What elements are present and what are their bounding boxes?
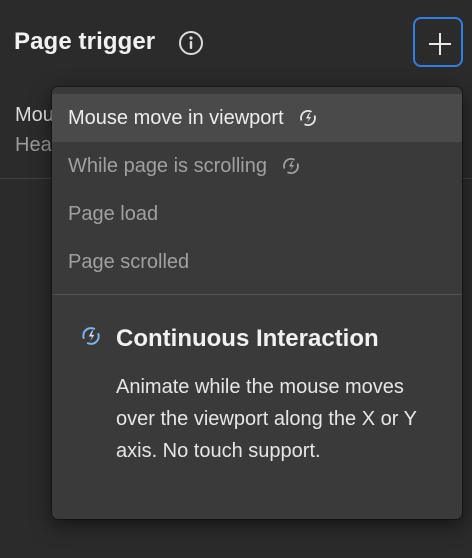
info-description: Animate while the mouse moves over the v… <box>116 376 417 462</box>
info-heading: Continuous Interaction <box>116 325 379 352</box>
add-trigger-button[interactable] <box>413 17 463 67</box>
info-icon[interactable] <box>178 30 204 56</box>
continuous-interaction-info: Continuous Interaction Animate while the… <box>52 295 462 519</box>
menu-item-label: Page scrolled <box>68 250 190 273</box>
continuous-interaction-icon <box>281 156 301 176</box>
page-trigger-panel: Page trigger Mou Hea Mouse move in viewp… <box>0 0 472 558</box>
menu-item-page-load[interactable]: Page load <box>52 190 462 238</box>
menu-item-label: Page load <box>68 202 159 225</box>
menu-item-while-page-is-scrolling[interactable]: While page is scrolling <box>52 142 462 190</box>
page-title: Page trigger <box>14 28 156 55</box>
menu-item-label: While page is scrolling <box>68 154 267 177</box>
continuous-interaction-icon <box>80 325 102 347</box>
menu-item-label: Mouse move in viewport <box>68 106 284 129</box>
plus-icon <box>429 33 451 55</box>
panel-header: Page trigger <box>0 0 472 86</box>
menu-item-mouse-move-in-viewport[interactable]: Mouse move in viewport <box>52 94 462 142</box>
menu-item-page-scrolled[interactable]: Page scrolled <box>52 238 462 286</box>
trigger-list-item-subtitle: Hea <box>15 134 52 156</box>
trigger-dropdown-menu: Mouse move in viewport While page is scr… <box>52 87 462 519</box>
trigger-list-item-title: Mou <box>15 104 54 126</box>
continuous-interaction-icon <box>298 108 318 128</box>
